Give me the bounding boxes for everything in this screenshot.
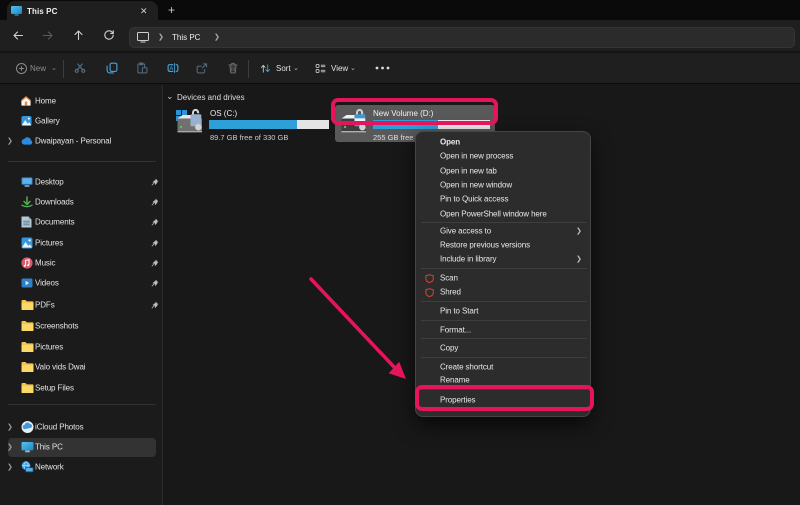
svg-text:A: A (169, 66, 173, 72)
